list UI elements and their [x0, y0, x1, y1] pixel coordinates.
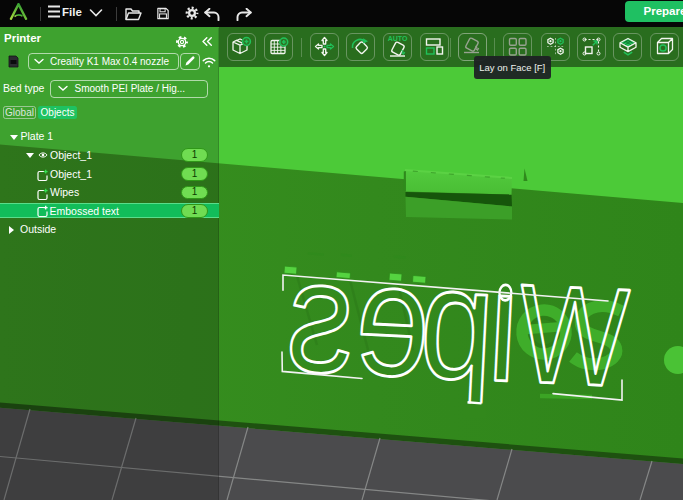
- svg-text:AUTO: AUTO: [387, 35, 407, 42]
